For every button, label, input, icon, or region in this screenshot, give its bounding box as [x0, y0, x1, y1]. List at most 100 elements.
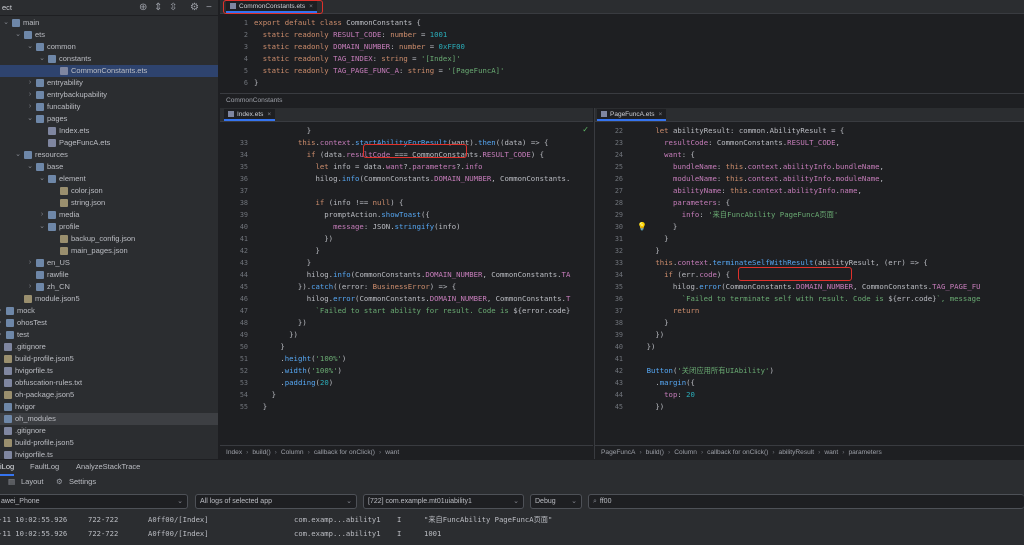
- tab-index[interactable]: Index.ets ×: [224, 109, 276, 121]
- tree-item[interactable]: module.json5: [0, 293, 218, 305]
- device-select[interactable]: awei_Phone ⌄: [0, 494, 188, 509]
- breadcrumb-item[interactable]: Column: [674, 449, 697, 456]
- lightbulb-icon[interactable]: 💡: [637, 222, 647, 231]
- tree-item[interactable]: › zh_CN: [0, 281, 218, 293]
- breadcrumb-item[interactable]: PageFuncA: [601, 449, 635, 456]
- gear-icon[interactable]: ⚙: [190, 2, 199, 13]
- tree-item[interactable]: hvigor: [0, 401, 218, 413]
- tree-item[interactable]: CommonConstants.ets: [0, 65, 218, 77]
- tree-item[interactable]: › media: [0, 209, 218, 221]
- chevron-right-icon[interactable]: ›: [26, 101, 34, 113]
- chevron-down-icon[interactable]: ⌄: [14, 149, 22, 161]
- chevron-down-icon[interactable]: ⌄: [38, 53, 46, 65]
- tree-item[interactable]: .gitignore: [0, 341, 218, 353]
- search-input[interactable]: ⌕ ff00: [588, 494, 1024, 509]
- tab-hilog[interactable]: iLog: [0, 460, 15, 476]
- file-icon: [60, 235, 68, 243]
- tree-item[interactable]: › ohosTest: [0, 317, 218, 329]
- chevron-right-icon[interactable]: ›: [38, 209, 46, 221]
- line-number: 6: [243, 79, 248, 87]
- chevron-down-icon[interactable]: ⌄: [26, 113, 34, 125]
- tree-item[interactable]: backup_config.json: [0, 233, 218, 245]
- tree-item[interactable]: oh-package.json5: [0, 389, 218, 401]
- breadcrumb-item[interactable]: build(): [252, 449, 270, 456]
- gear-icon[interactable]: ⚙: [56, 475, 63, 489]
- breadcrumb-item[interactable]: callback for onClick(): [314, 449, 375, 456]
- close-icon[interactable]: ×: [309, 3, 313, 10]
- chevron-down-icon[interactable]: ⌄: [26, 41, 34, 53]
- log-row[interactable]: -11 10:02:55.926 722-722 A0ff00/[Index] com…: [0, 527, 1024, 541]
- chevron-right-icon[interactable]: ›: [0, 317, 4, 329]
- collapse-all-icon[interactable]: ⇳: [169, 2, 177, 13]
- layout-label[interactable]: Layout: [21, 475, 44, 489]
- tree-item[interactable]: rawfile: [0, 269, 218, 281]
- breadcrumb-item[interactable]: abilityResult: [779, 449, 815, 456]
- tree-item[interactable]: › mock: [0, 305, 218, 317]
- chevron-down-icon[interactable]: ⌄: [14, 29, 22, 41]
- chevron-down-icon[interactable]: ⌄: [2, 17, 10, 29]
- process-select[interactable]: [722] com.example.mt01uiability1 ⌄: [363, 494, 524, 509]
- tree-item[interactable]: oh_modules: [0, 413, 218, 425]
- project-view-label[interactable]: ect: [2, 3, 12, 12]
- tree-item[interactable]: ⌄ constants: [0, 53, 218, 65]
- code-area[interactable]: } this.context.startAbilityForResult(wan…: [254, 123, 593, 445]
- tab-analyzestacktrace[interactable]: AnalyzeStackTrace: [76, 460, 140, 474]
- chevron-down-icon[interactable]: ⌄: [38, 221, 46, 233]
- tree-item[interactable]: ⌄ main: [0, 17, 218, 29]
- tree-item[interactable]: ⌄ element: [0, 173, 218, 185]
- breadcrumb-item[interactable]: Index: [226, 449, 242, 456]
- tree-item[interactable]: ⌄ ets: [0, 29, 218, 41]
- chevron-right-icon[interactable]: ›: [26, 257, 34, 269]
- tree-item[interactable]: › funcability: [0, 101, 218, 113]
- tree-item[interactable]: › entryability: [0, 77, 218, 89]
- breadcrumb-item[interactable]: want: [385, 449, 399, 456]
- breadcrumb-item[interactable]: callback for onClick(): [707, 449, 768, 456]
- breadcrumb-item[interactable]: build(): [646, 449, 664, 456]
- tree-item[interactable]: ⌄ resources: [0, 149, 218, 161]
- tab-pagefunca[interactable]: PageFuncA.ets ×: [597, 109, 667, 121]
- minimize-icon[interactable]: −: [206, 2, 212, 13]
- tree-item[interactable]: build-profile.json5: [0, 353, 218, 365]
- tree-item[interactable]: › en_US: [0, 257, 218, 269]
- settings-label[interactable]: Settings: [69, 475, 96, 489]
- tree-item[interactable]: Index.ets: [0, 125, 218, 137]
- tree-item[interactable]: hvigorfile.ts: [0, 365, 218, 377]
- tree-item[interactable]: › entrybackupability: [0, 89, 218, 101]
- chevron-right-icon[interactable]: ›: [26, 77, 34, 89]
- tab-commonconstants[interactable]: CommonConstants.ets ×: [226, 1, 317, 13]
- close-icon[interactable]: ×: [658, 111, 662, 118]
- breadcrumb-item[interactable]: parameters: [848, 449, 881, 456]
- tree-item[interactable]: PageFuncA.ets: [0, 137, 218, 149]
- tree-item[interactable]: color.json: [0, 185, 218, 197]
- tree-item[interactable]: ⌄ profile: [0, 221, 218, 233]
- tree-item[interactable]: main_pages.json: [0, 245, 218, 257]
- tree-item[interactable]: build-profile.json5: [0, 437, 218, 449]
- tree-item[interactable]: ⌄ common: [0, 41, 218, 53]
- tree-item[interactable]: .gitignore: [0, 425, 218, 437]
- code-area[interactable]: let abilityResult: common.AbilityResult …: [629, 123, 1024, 445]
- tree-item[interactable]: ⌄ base: [0, 161, 218, 173]
- expand-all-icon[interactable]: ⇕: [154, 2, 162, 13]
- chevron-down-icon[interactable]: ⌄: [38, 173, 46, 185]
- log-scope-select[interactable]: All logs of selected app ⌄: [195, 494, 357, 509]
- code-area[interactable]: export default class CommonConstants { s…: [254, 15, 1024, 93]
- breadcrumb-item[interactable]: want: [824, 449, 838, 456]
- tree-item[interactable]: hvigorfile.ts: [0, 449, 218, 459]
- layout-icon[interactable]: ▤: [8, 475, 15, 489]
- level-select[interactable]: Debug ⌄: [530, 494, 582, 509]
- tree-item[interactable]: ⌄ pages: [0, 113, 218, 125]
- tree-item[interactable]: string.json: [0, 197, 218, 209]
- breadcrumb-item[interactable]: CommonConstants: [226, 97, 282, 104]
- chevron-right-icon[interactable]: ›: [26, 89, 34, 101]
- locate-icon[interactable]: ⊕: [139, 2, 147, 13]
- tab-faultlog[interactable]: FaultLog: [30, 460, 59, 474]
- tree-item[interactable]: › test: [0, 329, 218, 341]
- chevron-right-icon[interactable]: ›: [0, 305, 4, 317]
- chevron-right-icon[interactable]: ›: [0, 329, 4, 341]
- chevron-right-icon[interactable]: ›: [26, 281, 34, 293]
- log-row[interactable]: -11 10:02:55.926 722-722 A0ff00/[Index] com…: [0, 513, 1024, 527]
- close-icon[interactable]: ×: [267, 111, 271, 118]
- chevron-down-icon[interactable]: ⌄: [26, 161, 34, 173]
- tree-item[interactable]: obfuscation-rules.txt: [0, 377, 218, 389]
- breadcrumb-item[interactable]: Column: [281, 449, 304, 456]
